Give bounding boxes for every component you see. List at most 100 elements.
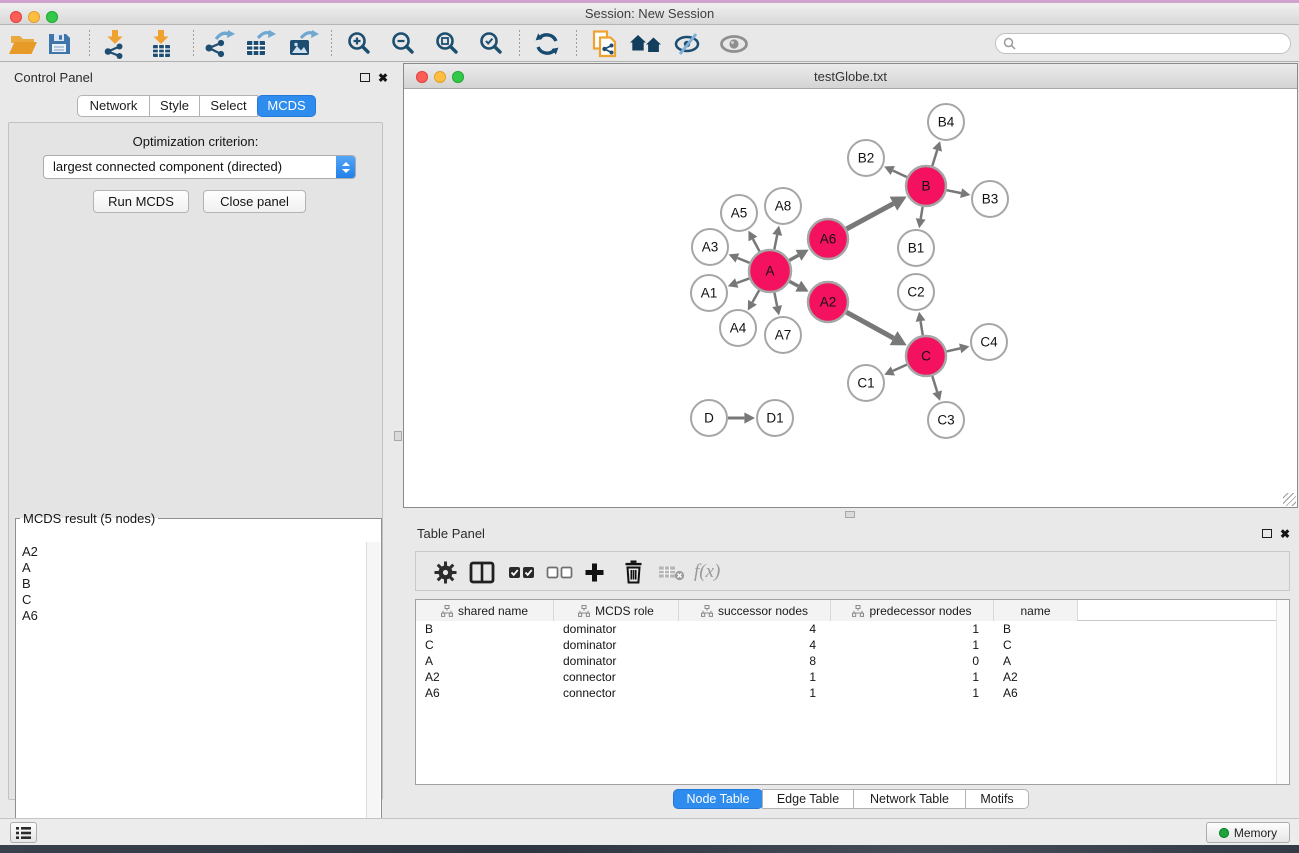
table-row[interactable]: A6connector11A6: [416, 685, 1289, 701]
select-all-rows-icon[interactable]: [508, 552, 535, 592]
edge-A2-C[interactable]: [846, 312, 906, 345]
import-table-icon[interactable]: [148, 29, 174, 59]
show-panels-button[interactable]: [10, 822, 37, 843]
export-network-icon[interactable]: [203, 29, 235, 59]
edge-B-B3[interactable]: [947, 188, 971, 198]
node-A[interactable]: A: [749, 250, 791, 292]
node-B[interactable]: B: [906, 166, 946, 206]
mcds-result-item[interactable]: A6: [22, 608, 365, 624]
open-session-icon[interactable]: [8, 29, 38, 59]
show-eye-icon[interactable]: [718, 29, 750, 59]
memory-button[interactable]: Memory: [1206, 822, 1290, 843]
edge-B-B1[interactable]: [916, 207, 926, 229]
column-header-shared-name[interactable]: shared name: [416, 600, 554, 621]
node-table[interactable]: shared nameMCDS rolesuccessor nodesprede…: [415, 599, 1290, 785]
column-header-MCDS-role[interactable]: MCDS role: [554, 600, 679, 621]
edge-B-B2[interactable]: [884, 166, 907, 177]
table-row[interactable]: A2connector11A2: [416, 669, 1289, 685]
result-scrollbar[interactable]: [366, 542, 380, 853]
zoom-in-icon[interactable]: [345, 29, 373, 59]
edge-A-A6[interactable]: [789, 250, 808, 261]
node-B1[interactable]: B1: [898, 230, 934, 266]
table-row[interactable]: Cdominator41C: [416, 637, 1289, 653]
mcds-result-item[interactable]: B: [22, 576, 365, 592]
network-window-titlebar[interactable]: testGlobe.txt: [404, 64, 1297, 89]
network-canvas[interactable]: B4B2BB3A5A8A6A3B1AA1C2A2A4A7C4CC1C3DD1: [404, 89, 1297, 507]
node-A6[interactable]: A6: [808, 219, 848, 259]
tab-style[interactable]: Style: [149, 95, 200, 117]
table-row[interactable]: Bdominator41B: [416, 621, 1289, 637]
node-A2[interactable]: A2: [808, 282, 848, 322]
edge-A-A8[interactable]: [772, 226, 782, 250]
node-C3[interactable]: C3: [928, 402, 964, 438]
run-mcds-button[interactable]: Run MCDS: [93, 190, 189, 213]
delete-column-trash-icon[interactable]: [623, 552, 644, 592]
mcds-result-item[interactable]: A2: [22, 544, 365, 560]
mcds-result-item[interactable]: A: [22, 560, 365, 576]
edge-B-B4[interactable]: [932, 141, 942, 166]
edge-C-C1[interactable]: [884, 365, 907, 376]
tab-network-table[interactable]: Network Table: [853, 789, 966, 809]
tab-node-table[interactable]: Node Table: [673, 789, 763, 809]
node-D1[interactable]: D1: [757, 400, 793, 436]
zoom-out-icon[interactable]: [389, 29, 417, 59]
search-input[interactable]: [1016, 35, 1290, 52]
toggle-graphics-details-icon[interactable]: [673, 29, 703, 59]
network-overview-icon[interactable]: [629, 29, 663, 59]
float-panel-icon[interactable]: [360, 73, 370, 82]
edge-C-C2[interactable]: [916, 312, 926, 335]
window-resize-grip[interactable]: [1283, 493, 1296, 506]
horizontal-splitter-handle[interactable]: [845, 511, 855, 518]
edge-C-C3[interactable]: [932, 376, 942, 401]
float-table-panel-icon[interactable]: [1262, 529, 1272, 538]
add-column-icon[interactable]: [584, 552, 605, 592]
table-row[interactable]: Adominator80A: [416, 653, 1289, 669]
tab-select[interactable]: Select: [199, 95, 258, 117]
vertical-splitter-handle[interactable]: [394, 431, 402, 441]
mcds-result-item[interactable]: C: [22, 592, 365, 608]
import-network-icon[interactable]: [102, 29, 128, 59]
edge-A-A1[interactable]: [728, 278, 749, 287]
node-C2[interactable]: C2: [898, 274, 934, 310]
column-header-predecessor-nodes[interactable]: predecessor nodes: [831, 600, 994, 621]
close-panel-icon[interactable]: ✖: [378, 72, 388, 84]
search-field[interactable]: [995, 33, 1291, 54]
table-scrollbar[interactable]: [1276, 600, 1289, 784]
edge-A-A3[interactable]: [729, 253, 750, 263]
edge-D-D1[interactable]: [728, 412, 755, 423]
window-titlebar[interactable]: Session: New Session: [0, 3, 1299, 25]
duplicate-network-icon[interactable]: [590, 29, 620, 59]
tab-motifs[interactable]: Motifs: [965, 789, 1029, 809]
node-B4[interactable]: B4: [928, 104, 964, 140]
mcds-result-list[interactable]: A2ABCA6: [17, 542, 365, 853]
save-session-icon[interactable]: [46, 29, 72, 59]
node-C[interactable]: C: [906, 336, 946, 376]
node-C1[interactable]: C1: [848, 365, 884, 401]
zoom-selected-icon[interactable]: [477, 29, 505, 59]
edge-C-C4[interactable]: [946, 344, 969, 354]
edge-A-A5[interactable]: [748, 231, 759, 252]
edge-A-A4[interactable]: [748, 290, 759, 310]
node-A4[interactable]: A4: [720, 310, 756, 346]
deselect-all-rows-icon[interactable]: [546, 552, 573, 592]
edge-A-A7[interactable]: [772, 293, 782, 316]
column-visibility-icon[interactable]: [469, 552, 495, 592]
node-B3[interactable]: B3: [972, 181, 1008, 217]
node-B2[interactable]: B2: [848, 140, 884, 176]
node-A3[interactable]: A3: [692, 229, 728, 265]
close-panel-button[interactable]: Close panel: [203, 190, 306, 213]
node-A1[interactable]: A1: [691, 275, 727, 311]
export-image-icon[interactable]: [287, 29, 319, 59]
tab-network[interactable]: Network: [77, 95, 150, 117]
node-A8[interactable]: A8: [765, 188, 801, 224]
node-A7[interactable]: A7: [765, 317, 801, 353]
criterion-dropdown[interactable]: largest connected component (directed): [43, 155, 356, 179]
edge-A6-B[interactable]: [846, 196, 906, 229]
table-options-gear-icon[interactable]: [434, 552, 457, 592]
refresh-view-icon[interactable]: [533, 29, 561, 59]
edge-A-A2[interactable]: [789, 281, 808, 292]
close-table-panel-icon[interactable]: ✖: [1280, 528, 1290, 540]
node-C4[interactable]: C4: [971, 324, 1007, 360]
tab-edge-table[interactable]: Edge Table: [762, 789, 854, 809]
zoom-fit-icon[interactable]: [433, 29, 461, 59]
